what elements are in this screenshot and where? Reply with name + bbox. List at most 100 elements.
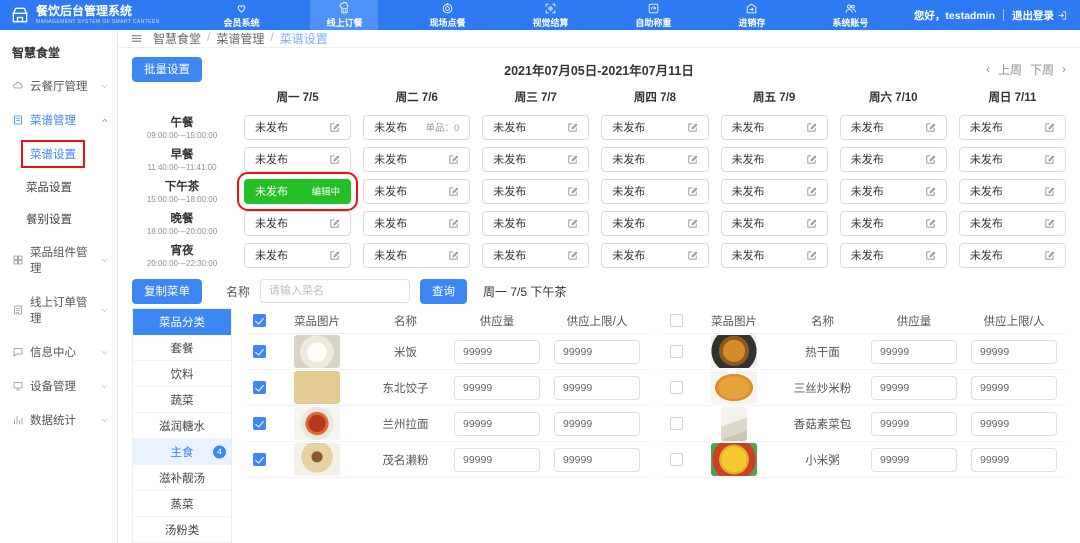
schedule-cell[interactable]: 未发布 xyxy=(958,114,1066,140)
schedule-cell[interactable]: 未发布 xyxy=(363,178,471,204)
limit-input[interactable] xyxy=(971,339,1057,364)
sidebar-item[interactable]: 数据统计 xyxy=(0,403,117,437)
logout-button[interactable]: 退出登录 xyxy=(1012,8,1068,23)
dish-checkbox[interactable] xyxy=(669,345,683,358)
schedule-cell[interactable]: 未发布 xyxy=(958,178,1066,204)
dish-checkbox[interactable] xyxy=(252,381,266,394)
dish-checkbox[interactable] xyxy=(252,345,266,358)
dish-checkbox[interactable] xyxy=(669,453,683,466)
sidebar-subitem[interactable]: 菜品设置 xyxy=(0,171,117,203)
schedule-cell[interactable]: 未发布 xyxy=(601,242,709,268)
sidebar-item[interactable]: 菜品组件管理 xyxy=(0,235,117,285)
limit-input[interactable] xyxy=(971,411,1057,436)
schedule-cell[interactable]: 未发布 xyxy=(601,178,709,204)
schedule-cell[interactable]: 未发布 xyxy=(839,146,947,172)
limit-input[interactable] xyxy=(971,375,1057,400)
schedule-cell[interactable]: 未发布 xyxy=(839,242,947,268)
nav-item[interactable]: 现场点餐 xyxy=(413,0,481,30)
supply-input[interactable] xyxy=(454,375,540,400)
category-item[interactable]: 蔬菜 xyxy=(133,387,231,413)
dish-checkbox[interactable] xyxy=(252,417,266,430)
supply-input[interactable] xyxy=(871,447,957,472)
nav-item[interactable]: 会员系统 xyxy=(207,0,275,30)
schedule-cell[interactable]: 未发布 xyxy=(601,114,709,140)
schedule-cell[interactable]: 未发布 xyxy=(839,210,947,236)
schedule-cell[interactable]: 未发布 xyxy=(720,146,828,172)
next-arrow-icon[interactable]: › xyxy=(1062,62,1066,76)
breadcrumb-item[interactable]: 菜谱管理 xyxy=(216,30,264,47)
prev-arrow-icon[interactable]: ‹ xyxy=(986,62,990,76)
schedule-cell[interactable]: 未发布 xyxy=(482,178,590,204)
sidebar-item[interactable]: 线上订单管理 xyxy=(0,285,117,335)
schedule-cell[interactable]: 未发布 xyxy=(482,242,590,268)
schedule-cell[interactable]: 未发布 xyxy=(958,210,1066,236)
nav-item[interactable]: 进销存 xyxy=(722,0,781,30)
nav-item[interactable]: 线上订餐 xyxy=(310,0,379,30)
sidebar-item[interactable]: 信息中心 xyxy=(0,335,117,369)
category-item[interactable]: 滋润糖水 xyxy=(133,413,231,439)
schedule-cell[interactable]: 未发布 xyxy=(363,146,471,172)
nav-item[interactable]: 自助称重 xyxy=(619,0,687,30)
limit-input[interactable] xyxy=(554,411,640,436)
select-all-checkbox[interactable] xyxy=(669,314,683,327)
schedule-cell[interactable]: 未发布 xyxy=(244,210,352,236)
sidebar-item[interactable]: 菜谱管理 xyxy=(0,103,117,137)
schedule-cell[interactable]: 未发布 xyxy=(720,178,828,204)
schedule-cell[interactable]: 未发布 xyxy=(363,242,471,268)
category-item[interactable]: 汤粉类 xyxy=(133,517,231,543)
category-item[interactable]: 套餐 xyxy=(133,335,231,361)
sidebar-subitem[interactable]: 菜谱设置 xyxy=(21,140,85,168)
cell-status: 未发布 xyxy=(612,122,646,134)
sidebar-item[interactable]: 设备管理 xyxy=(0,369,117,403)
schedule-cell[interactable]: 未发布 xyxy=(482,146,590,172)
schedule-cell[interactable]: 未发布 xyxy=(244,242,352,268)
schedule-cell[interactable]: 未发布 编辑中 xyxy=(236,171,359,211)
dish-limit-cell xyxy=(962,411,1066,436)
schedule-cell[interactable]: 未发布 xyxy=(601,210,709,236)
schedule-cell[interactable]: 未发布 xyxy=(244,146,352,172)
limit-input[interactable] xyxy=(554,447,640,472)
supply-input[interactable] xyxy=(454,411,540,436)
breadcrumb-item[interactable]: 智慧食堂 xyxy=(153,30,201,47)
category-item[interactable]: 蒸菜 xyxy=(133,491,231,517)
next-week-link[interactable]: 下周 xyxy=(1030,61,1054,78)
supply-input[interactable] xyxy=(871,339,957,364)
dish-checkbox[interactable] xyxy=(669,381,683,394)
breadcrumb-item[interactable]: 菜谱设置 xyxy=(280,30,328,47)
prev-week-link[interactable]: 上周 xyxy=(998,61,1022,78)
schedule-cell[interactable]: 未发布 单品：0 xyxy=(363,114,471,140)
supply-input[interactable] xyxy=(871,375,957,400)
schedule-cell[interactable]: 未发布 xyxy=(958,242,1066,268)
schedule-cell[interactable]: 未发布 xyxy=(958,146,1066,172)
limit-input[interactable] xyxy=(554,339,640,364)
sidebar-subitem[interactable]: 餐别设置 xyxy=(0,203,117,235)
nav-item[interactable]: 系统账号 xyxy=(816,0,884,30)
supply-input[interactable] xyxy=(871,411,957,436)
supply-input[interactable] xyxy=(454,339,540,364)
schedule-cell[interactable]: 未发布 xyxy=(482,114,590,140)
dish-checkbox[interactable] xyxy=(252,453,266,466)
nav-item[interactable]: 视觉结算 xyxy=(516,0,584,30)
limit-input[interactable] xyxy=(554,375,640,400)
schedule-cell[interactable]: 未发布 xyxy=(363,210,471,236)
schedule-cell[interactable]: 未发布 xyxy=(244,114,352,140)
copy-menu-button[interactable]: 复制菜单 xyxy=(132,278,202,304)
schedule-cell[interactable]: 未发布 xyxy=(839,178,947,204)
select-all-checkbox[interactable] xyxy=(252,314,266,327)
schedule-cell[interactable]: 未发布 xyxy=(839,114,947,140)
category-item[interactable]: 饮料 xyxy=(133,361,231,387)
schedule-cell[interactable]: 未发布 xyxy=(720,114,828,140)
limit-input[interactable] xyxy=(971,447,1057,472)
schedule-cell[interactable]: 未发布 xyxy=(482,210,590,236)
dish-name-input[interactable] xyxy=(260,279,411,303)
schedule-cell[interactable]: 未发布 xyxy=(601,146,709,172)
schedule-cell[interactable]: 未发布 xyxy=(720,210,828,236)
category-item[interactable]: 滋补靓汤 xyxy=(133,465,231,491)
search-button[interactable]: 查询 xyxy=(420,278,468,304)
sidebar-item[interactable]: 云餐厅管理 xyxy=(0,69,117,103)
collapse-sidebar-icon[interactable] xyxy=(130,32,143,45)
schedule-cell[interactable]: 未发布 xyxy=(720,242,828,268)
dish-checkbox[interactable] xyxy=(669,417,683,430)
supply-input[interactable] xyxy=(454,447,540,472)
category-item[interactable]: 主食 4 xyxy=(133,439,231,465)
